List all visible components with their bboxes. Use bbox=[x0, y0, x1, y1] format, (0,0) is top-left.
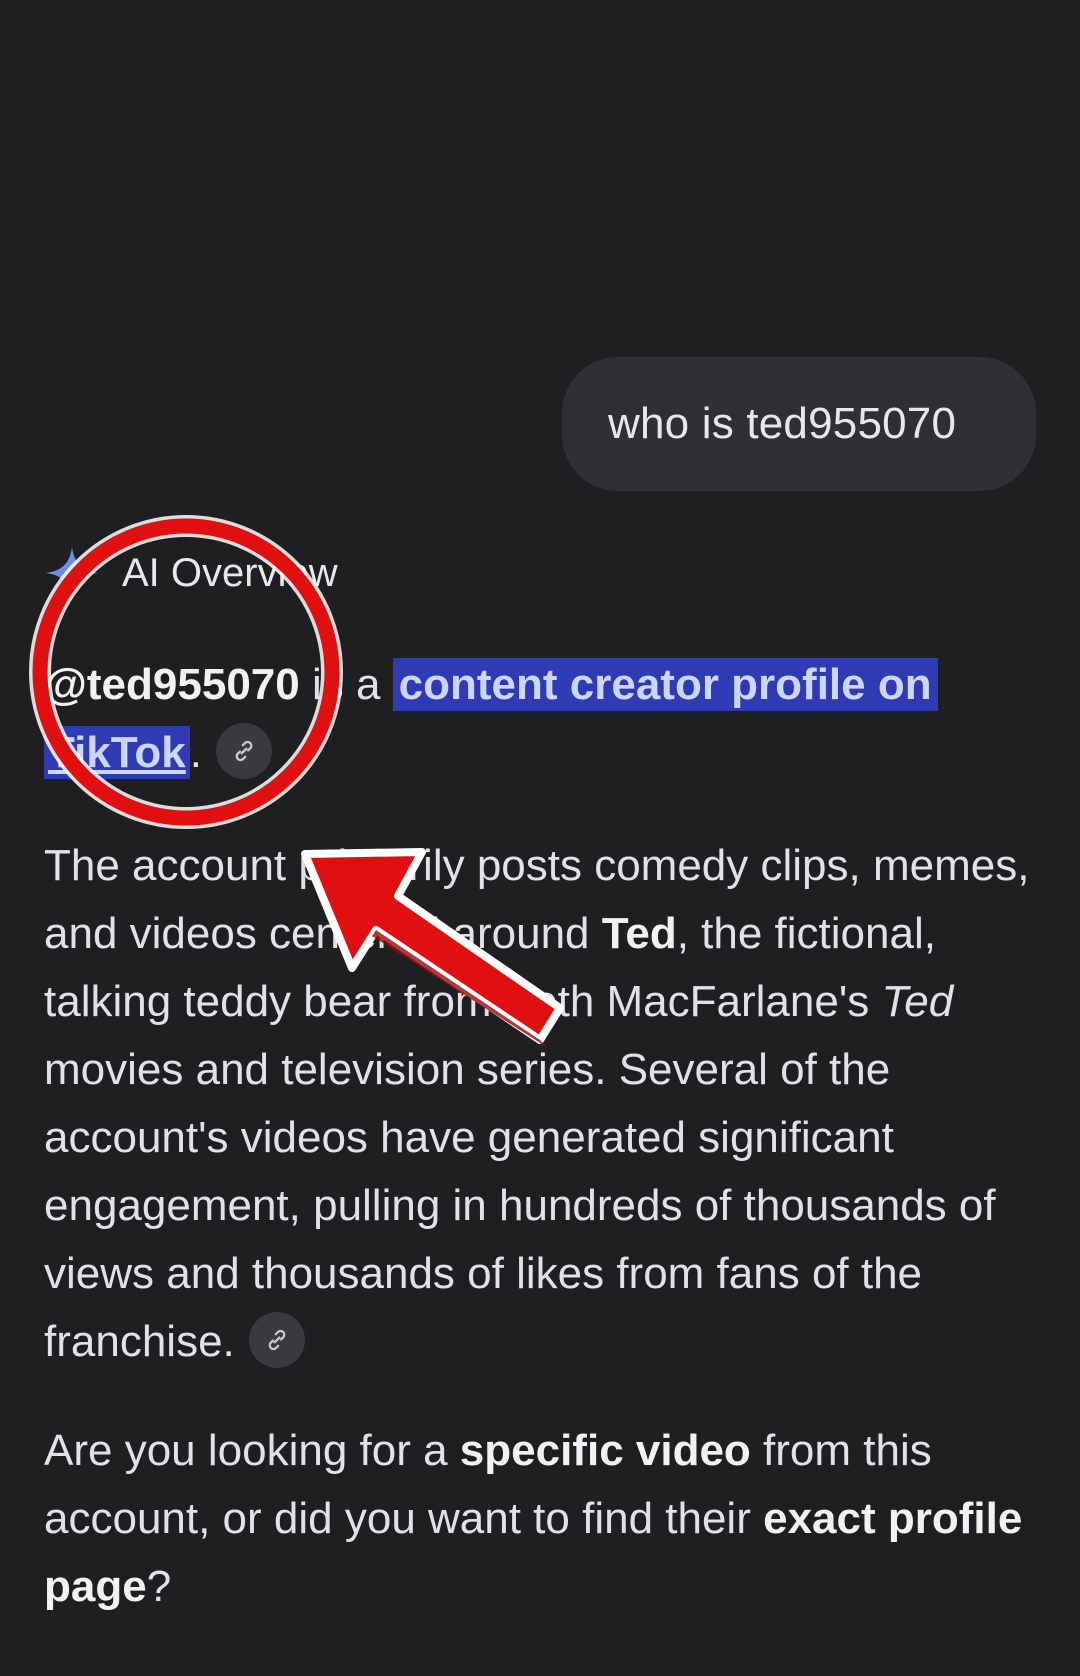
answer-paragraph-1: @ted955070 is a content creator profile … bbox=[44, 651, 1044, 787]
ai-overview-label: AI Overview bbox=[122, 550, 338, 595]
tiktok-link[interactable]: TikTok bbox=[44, 726, 190, 779]
user-query-bubble: who is ted955070 bbox=[562, 357, 1036, 491]
source-link-button[interactable] bbox=[215, 723, 272, 780]
answer-paragraph-2: The account primarily posts comedy clips… bbox=[44, 832, 1044, 1376]
ai-overview-header: AI Overview bbox=[44, 538, 338, 608]
italic-ted: Ted bbox=[881, 977, 954, 1026]
account-handle: @ted955070 bbox=[44, 660, 300, 709]
source-link-button[interactable] bbox=[248, 1312, 305, 1369]
link-icon bbox=[235, 741, 253, 762]
highlighted-phrase: content creator profile on bbox=[392, 658, 938, 711]
link-icon bbox=[268, 1330, 286, 1351]
user-query-text: who is ted955070 bbox=[608, 399, 957, 448]
bold-ted: Ted bbox=[601, 909, 677, 958]
answer-paragraph-3: Are you looking for a specific video fro… bbox=[44, 1426, 1023, 1611]
sparkle-icon bbox=[46, 547, 98, 599]
